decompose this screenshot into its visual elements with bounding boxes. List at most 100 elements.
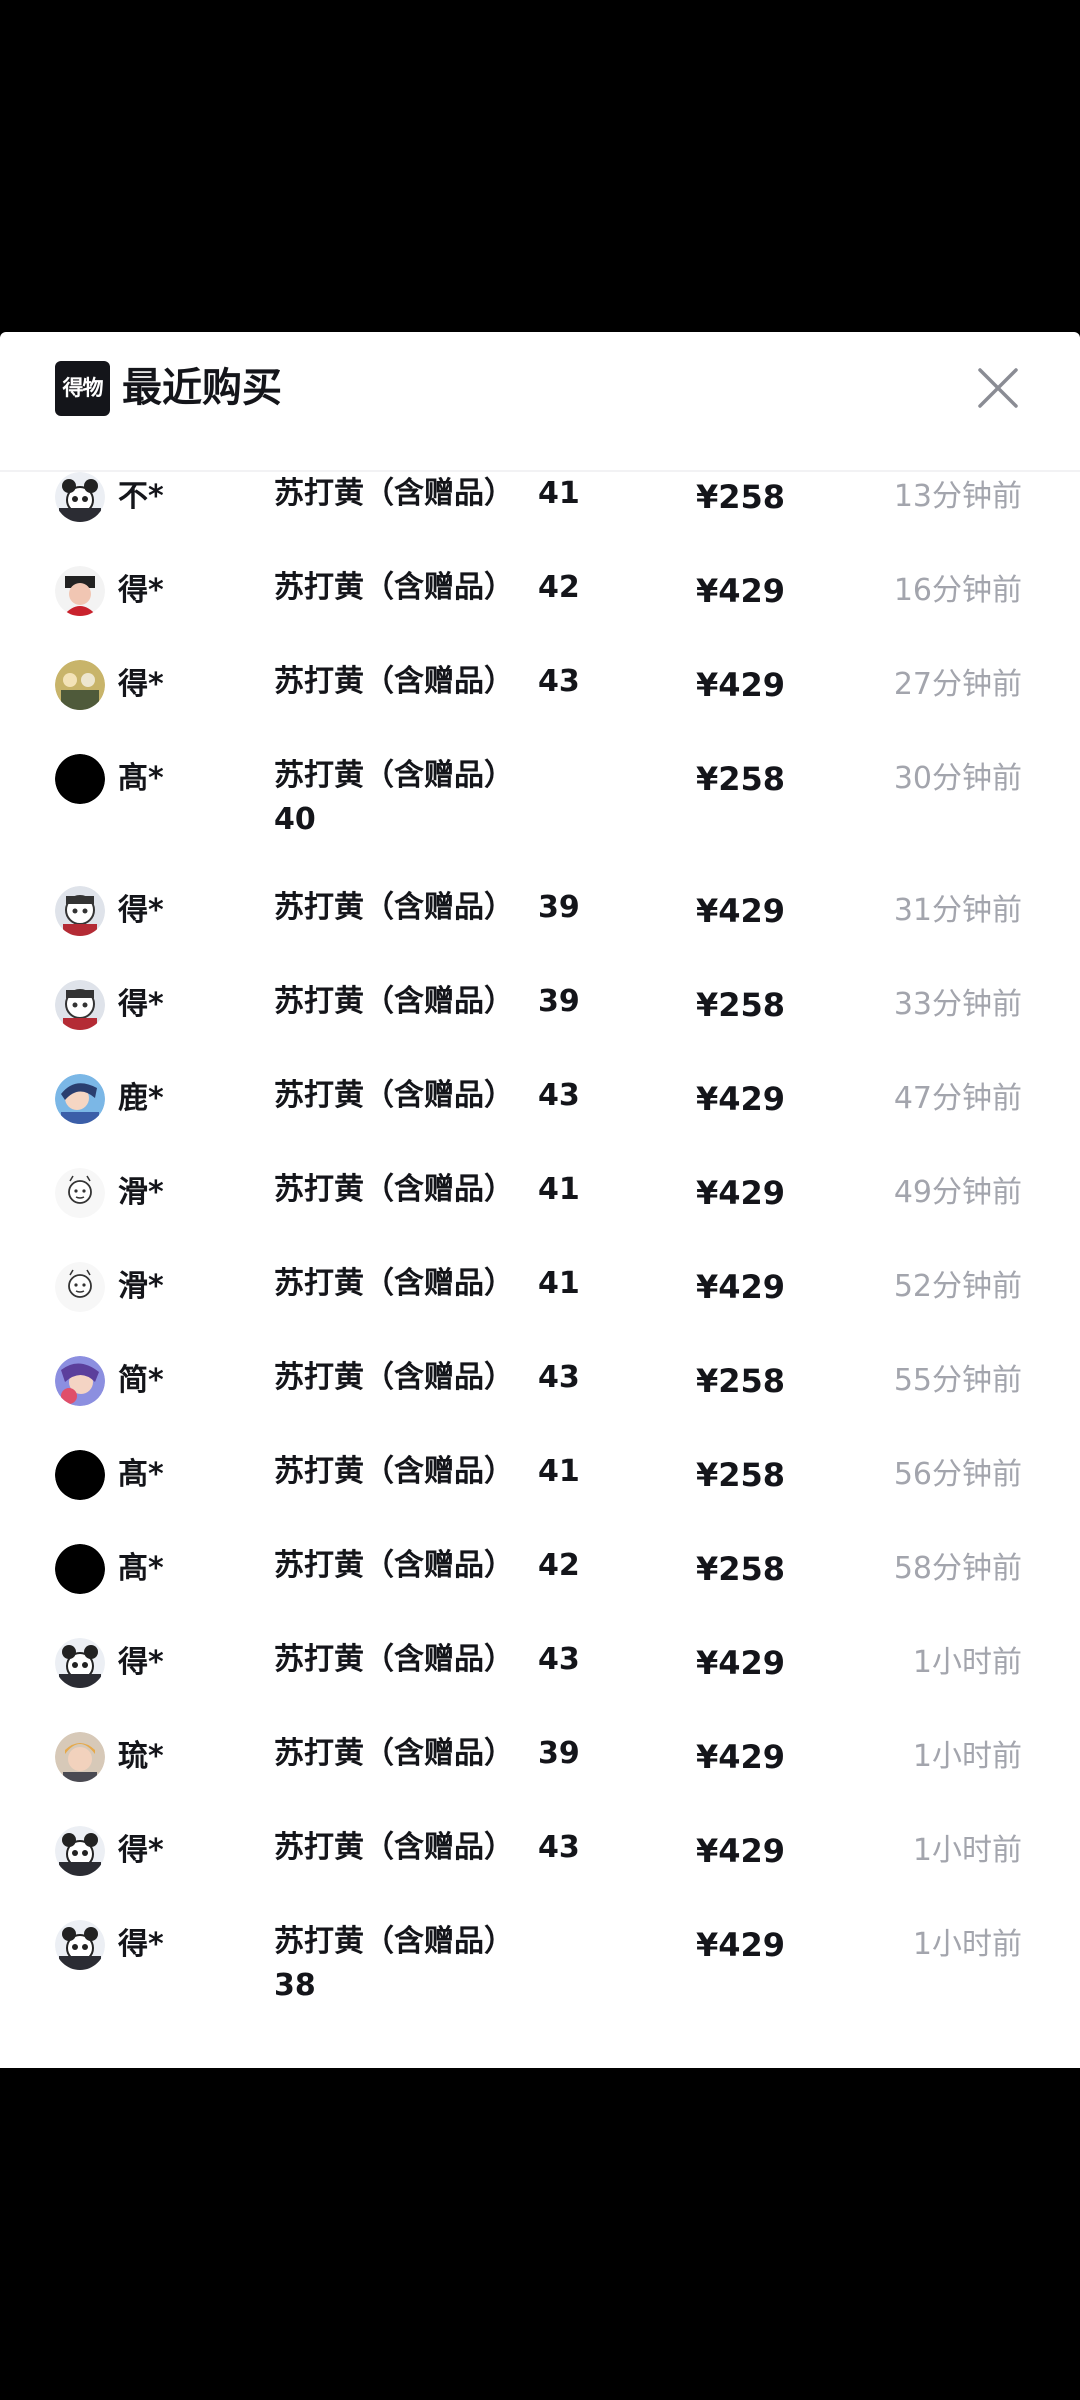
product-info: 苏打黄（含赠品） 43: [274, 660, 614, 704]
product-size: 41: [538, 1172, 580, 1207]
product-info: 苏打黄（含赠品） 43: [274, 1356, 614, 1400]
buyer-name: 髙*: [118, 1551, 164, 1586]
purchase-time: 33分钟前: [893, 987, 1022, 1022]
purchase-time: 13分钟前: [893, 479, 1022, 514]
price: ¥258: [696, 760, 786, 798]
product-size: 40: [274, 802, 316, 837]
product-name: 苏打黄（含赠品）: [274, 1830, 514, 1865]
avatar: [55, 660, 105, 710]
product-info: 苏打黄（含赠品） 42: [274, 1544, 614, 1588]
product-size: 42: [538, 1548, 580, 1583]
price: ¥258: [696, 478, 786, 516]
purchase-row: 得* 苏打黄（含赠品） 43 ¥429 27分钟前: [0, 660, 1080, 748]
product-info: 苏打黄（含赠品） 43: [274, 1638, 614, 1682]
price: ¥258: [696, 1456, 786, 1494]
avatar: [55, 1356, 105, 1406]
price: ¥429: [696, 1080, 786, 1118]
product-info: 苏打黄（含赠品） 40: [274, 754, 614, 842]
product-name: 苏打黄（含赠品）: [274, 984, 514, 1019]
product-name: 苏打黄（含赠品）: [274, 1736, 514, 1771]
purchase-row: 不* 苏打黄（含赠品） 41 ¥258 13分钟前: [0, 472, 1080, 560]
product-info: 苏打黄（含赠品） 41: [274, 1450, 614, 1494]
purchase-time: 27分钟前: [893, 667, 1022, 702]
price: ¥429: [696, 572, 786, 610]
product-info: 苏打黄（含赠品） 41: [274, 1168, 614, 1212]
purchase-row: 滑* 苏打黄（含赠品） 41 ¥429 52分钟前: [0, 1262, 1080, 1350]
avatar: [55, 1638, 105, 1688]
purchase-row: 得* 苏打黄（含赠品） 43 ¥429 1小时前: [0, 1826, 1080, 1914]
product-size: 43: [538, 1830, 580, 1865]
purchase-row: 滑* 苏打黄（含赠品） 41 ¥429 49分钟前: [0, 1168, 1080, 1256]
recent-purchases-sheet: 得物 最近购买 不* 苏打黄（含赠品） 41 ¥258 13分钟前 得* 苏打黄（含赠品） 4…: [0, 332, 1080, 2068]
price: ¥429: [696, 1832, 786, 1870]
buyer-name: 得*: [118, 1645, 164, 1680]
avatar: [55, 1450, 105, 1500]
product-size: 38: [274, 1968, 316, 2003]
buyer-name: 得*: [118, 667, 164, 702]
close-icon[interactable]: [976, 366, 1020, 410]
product-name: 苏打黄（含赠品）: [274, 758, 514, 793]
purchase-time: 16分钟前: [893, 573, 1022, 608]
purchase-row: 得* 苏打黄（含赠品） 43 ¥429 1小时前: [0, 1638, 1080, 1726]
price: ¥429: [696, 1174, 786, 1212]
purchase-row: 得* 苏打黄（含赠品） 39 ¥258 33分钟前: [0, 980, 1080, 1068]
product-name: 苏打黄（含赠品）: [274, 1078, 514, 1113]
purchase-time: 58分钟前: [893, 1551, 1022, 1586]
buyer-name: 得*: [118, 987, 164, 1022]
purchase-time: 30分钟前: [893, 761, 1022, 796]
price: ¥429: [696, 1268, 786, 1306]
product-name: 苏打黄（含赠品）: [274, 664, 514, 699]
product-name: 苏打黄（含赠品）: [274, 890, 514, 925]
product-size: 39: [538, 984, 580, 1019]
product-info: 苏打黄（含赠品） 41: [274, 472, 614, 516]
product-info: 苏打黄（含赠品） 43: [274, 1826, 614, 1870]
product-size: 41: [538, 1266, 580, 1301]
purchase-time: 52分钟前: [893, 1269, 1022, 1304]
purchase-row: 得* 苏打黄（含赠品） 38 ¥429 1小时前: [0, 1920, 1080, 2050]
product-name: 苏打黄（含赠品）: [274, 1360, 514, 1395]
purchase-time: 49分钟前: [893, 1175, 1022, 1210]
buyer-name: 简*: [118, 1363, 164, 1398]
product-name: 苏打黄（含赠品）: [274, 476, 514, 511]
price: ¥258: [696, 986, 786, 1024]
avatar: [55, 886, 105, 936]
purchase-row: 琉* 苏打黄（含赠品） 39 ¥429 1小时前: [0, 1732, 1080, 1820]
product-name: 苏打黄（含赠品）: [274, 570, 514, 605]
price: ¥429: [696, 892, 786, 930]
price: ¥429: [696, 666, 786, 704]
product-size: 42: [538, 570, 580, 605]
product-size: 39: [538, 890, 580, 925]
product-name: 苏打黄（含赠品）: [274, 1172, 514, 1207]
product-name: 苏打黄（含赠品）: [274, 1642, 514, 1677]
buyer-name: 得*: [118, 1833, 164, 1868]
product-size: 43: [538, 1360, 580, 1395]
buyer-name: 不*: [118, 479, 164, 514]
product-info: 苏打黄（含赠品） 39: [274, 1732, 614, 1776]
purchase-time: 1小时前: [912, 1833, 1022, 1868]
product-name: 苏打黄（含赠品）: [274, 1454, 514, 1489]
purchase-time: 56分钟前: [893, 1457, 1022, 1492]
product-info: 苏打黄（含赠品） 39: [274, 980, 614, 1024]
product-name: 苏打黄（含赠品）: [274, 1924, 514, 1959]
purchase-time: 1小时前: [912, 1927, 1022, 1962]
price: ¥429: [696, 1644, 786, 1682]
product-info: 苏打黄（含赠品） 41: [274, 1262, 614, 1306]
product-info: 苏打黄（含赠品） 39: [274, 886, 614, 930]
avatar: [55, 566, 105, 616]
buyer-name: 琉*: [118, 1739, 164, 1774]
purchase-time: 55分钟前: [893, 1363, 1022, 1398]
buyer-name: 得*: [118, 573, 164, 608]
product-info: 苏打黄（含赠品） 43: [274, 1074, 614, 1118]
price: ¥429: [696, 1738, 786, 1776]
product-name: 苏打黄（含赠品）: [274, 1266, 514, 1301]
buyer-name: 得*: [118, 1927, 164, 1962]
purchase-row: 鹿* 苏打黄（含赠品） 43 ¥429 47分钟前: [0, 1074, 1080, 1162]
purchase-time: 31分钟前: [893, 893, 1022, 928]
avatar: [55, 754, 105, 804]
buyer-name: 得*: [118, 893, 164, 928]
purchase-row: 髙* 苏打黄（含赠品） 40 ¥258 30分钟前: [0, 754, 1080, 884]
product-size: 41: [538, 476, 580, 511]
purchase-row: 得* 苏打黄（含赠品） 39 ¥429 31分钟前: [0, 886, 1080, 974]
purchase-row: 髙* 苏打黄（含赠品） 42 ¥258 58分钟前: [0, 1544, 1080, 1632]
avatar: [55, 472, 105, 522]
